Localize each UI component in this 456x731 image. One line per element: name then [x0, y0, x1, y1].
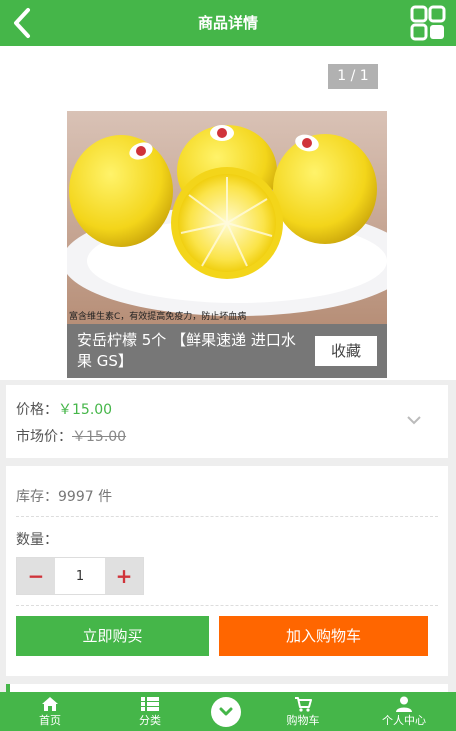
add-to-cart-button[interactable]: 加入购物车 [219, 616, 428, 656]
quantity-label: 数量： [16, 532, 58, 548]
price-value: ￥15.00 [58, 402, 113, 418]
favorite-button[interactable]: 收藏 [315, 336, 377, 366]
chevron-left-icon [14, 8, 30, 38]
buy-now-button[interactable]: 立即购买 [16, 616, 209, 656]
tab-category[interactable]: 分类 [110, 692, 190, 731]
divider [16, 605, 438, 606]
quantity-stepper: − + [16, 557, 144, 595]
price-card[interactable]: 价格：￥15.00 市场价：￥15.00 [6, 385, 448, 458]
chevron-down-icon[interactable] [406, 415, 422, 425]
image-caption: 富含维生素C，有效提高免疫力，防止坏血病 [69, 312, 247, 322]
increase-button[interactable]: + [105, 558, 143, 594]
decrease-button[interactable]: − [17, 558, 55, 594]
image-pager: 1 / 1 [328, 64, 378, 89]
list-icon [141, 697, 159, 711]
tab-label: 个人中心 [382, 714, 426, 727]
tab-profile[interactable]: 个人中心 [364, 692, 444, 731]
tab-home[interactable]: 首页 [10, 692, 90, 731]
tab-cart[interactable]: 购物车 [263, 692, 343, 731]
product-gallery: 1 / 1 富含维生素C，有效提高免疫力，防止坏血病 安岳柠檬 5个 【鲜果速递… [0, 46, 456, 380]
product-image[interactable]: 富含维生素C，有效提高免疫力，防止坏血病 [67, 111, 387, 324]
home-icon [42, 697, 58, 711]
bottom-nav: 首页 分类 购物车 个人中心 [0, 692, 456, 731]
back-button[interactable] [10, 7, 36, 39]
page-title: 商品详情 [197, 14, 258, 32]
lemon-photo [67, 111, 387, 324]
menu-button[interactable] [410, 5, 446, 41]
tab-label: 购物车 [286, 714, 320, 727]
grid-icon [410, 5, 446, 41]
market-price-row: 市场价：￥15.00 [16, 426, 126, 446]
market-price-value: ￥15.00 [72, 429, 127, 445]
cart-icon [295, 697, 312, 712]
top-bar: 商品详情 [0, 0, 456, 46]
stock-text: 库存：9997 件 [16, 489, 113, 505]
divider [16, 516, 438, 517]
purchase-card: 库存：9997 件 数量： − + 立即购买 加入购物车 [6, 466, 448, 676]
product-info-bar: 安岳柠檬 5个 【鲜果速递 进口水果 GS】 收藏 [67, 324, 387, 378]
tab-label: 分类 [139, 714, 161, 727]
product-name: 安岳柠檬 5个 【鲜果速递 进口水果 GS】 [77, 331, 296, 370]
quantity-input[interactable] [55, 558, 105, 594]
tab-label: 首页 [39, 714, 61, 727]
market-price-label: 市场价： [16, 429, 72, 445]
tab-more[interactable] [211, 697, 241, 727]
price-label: 价格： [16, 402, 58, 418]
user-icon [396, 696, 412, 712]
chevron-circle-icon [219, 707, 233, 716]
price-row: 价格：￥15.00 [16, 399, 112, 419]
